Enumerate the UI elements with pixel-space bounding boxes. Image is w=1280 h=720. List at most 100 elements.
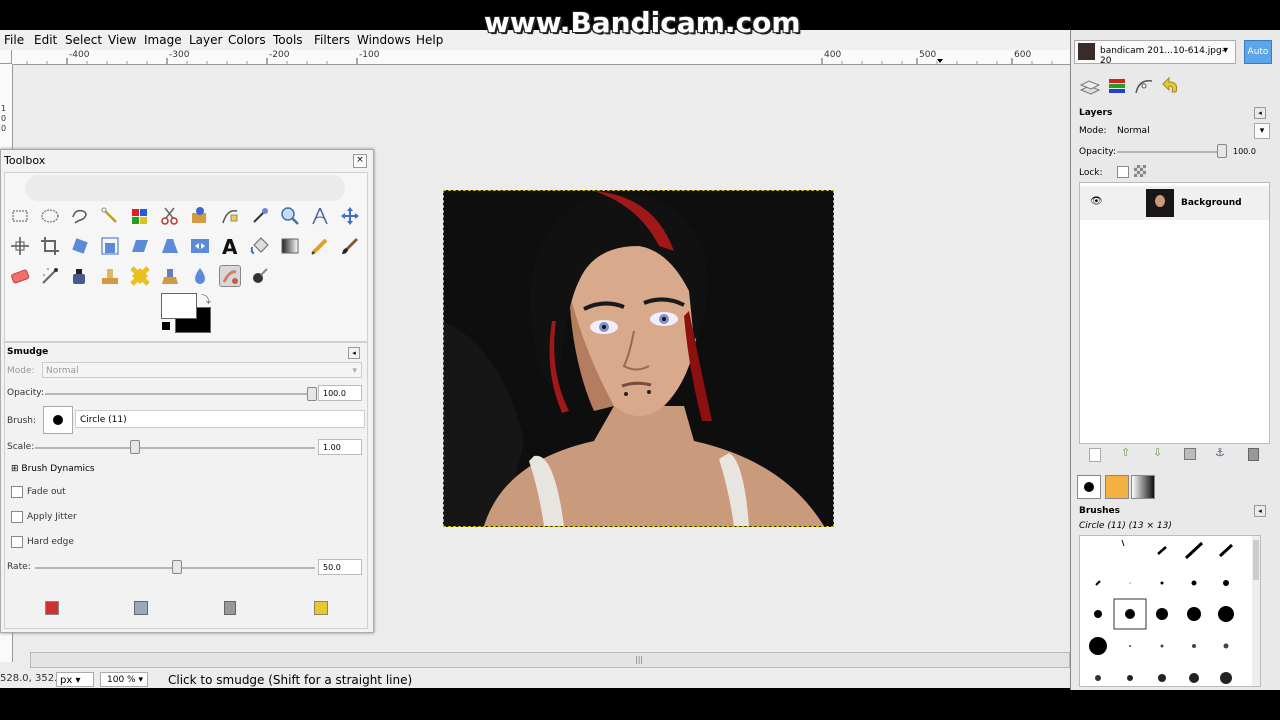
brush-item[interactable]	[1156, 608, 1168, 620]
brushes-tab[interactable]	[1077, 475, 1101, 499]
scale-spinbox[interactable]: 1.00	[318, 439, 362, 455]
zoom-select[interactable]: 100 % ▾	[100, 672, 148, 687]
gradients-tab-icon[interactable]	[1131, 475, 1155, 499]
scale-slider[interactable]	[35, 447, 315, 449]
menu-view[interactable]: View	[108, 33, 136, 47]
opacity-spinbox[interactable]: 100.0	[318, 385, 362, 401]
brush-item[interactable]	[1129, 582, 1131, 584]
blur-icon[interactable]	[189, 265, 211, 287]
perspective-clone-icon[interactable]	[159, 265, 181, 287]
menu-select[interactable]: Select	[65, 33, 102, 47]
ink-icon[interactable]	[69, 265, 91, 287]
save-options-icon[interactable]	[45, 601, 59, 615]
layers-mode-value[interactable]: Normal	[1117, 126, 1150, 136]
duplicate-layer-icon[interactable]	[1184, 448, 1196, 460]
layers-opacity-slider[interactable]	[1117, 151, 1227, 153]
anchor-layer-icon[interactable]: ⚓	[1215, 446, 1225, 459]
brush-preview-button[interactable]	[43, 406, 73, 434]
chevron-down-icon[interactable]: ▾	[1254, 123, 1270, 139]
brush-grid-scroll-thumb[interactable]	[1253, 540, 1259, 580]
brush-item[interactable]	[1094, 610, 1102, 618]
panel-menu-icon[interactable]: ◂	[348, 347, 360, 359]
auto-button[interactable]: Auto	[1244, 40, 1272, 64]
undo-history-tab-icon[interactable]	[1160, 76, 1182, 96]
layers-tab-icon[interactable]	[1079, 76, 1101, 96]
color-picker-icon[interactable]	[249, 205, 271, 227]
delete-options-icon[interactable]	[224, 601, 236, 615]
close-icon[interactable]: ×	[353, 154, 367, 168]
channels-tab-icon[interactable]	[1106, 76, 1128, 96]
unit-select[interactable]: px ▾	[56, 672, 94, 687]
raise-layer-icon[interactable]: ⇧	[1121, 446, 1130, 459]
brush-item[interactable]	[1121, 539, 1125, 547]
toolbox-titlebar[interactable]: Toolbox ×	[1, 150, 373, 170]
brush-item[interactable]	[1223, 580, 1229, 586]
lasso-icon[interactable]	[69, 205, 91, 227]
smudge-icon[interactable]	[219, 265, 241, 287]
blend-icon[interactable]	[279, 235, 301, 257]
brush-item[interactable]	[1089, 637, 1107, 655]
paths-tab-icon[interactable]	[1133, 76, 1155, 96]
paths-icon[interactable]	[219, 205, 241, 227]
color-select-icon[interactable]	[129, 205, 151, 227]
panel-menu-icon[interactable]: ◂	[1254, 505, 1266, 517]
eye-icon[interactable]: 👁	[1090, 196, 1103, 207]
align-icon[interactable]	[9, 235, 31, 257]
menu-layer[interactable]: Layer	[189, 33, 222, 47]
layers-opacity-handle[interactable]	[1217, 144, 1227, 158]
menu-tools[interactable]: Tools	[273, 33, 303, 47]
menu-file[interactable]: File	[4, 33, 24, 47]
rate-spinbox[interactable]: 50.0	[318, 559, 362, 575]
rect-select-icon[interactable]	[9, 205, 31, 227]
menu-filters[interactable]: Filters	[314, 33, 350, 47]
image-canvas[interactable]	[443, 190, 834, 527]
scale-slider-handle[interactable]	[129, 440, 140, 454]
brush-item[interactable]	[1218, 606, 1234, 622]
brush-item[interactable]	[1218, 543, 1234, 558]
heal-icon[interactable]	[129, 265, 151, 287]
new-layer-icon[interactable]	[1089, 448, 1101, 462]
move-icon[interactable]	[339, 205, 361, 227]
fuzzy-select-icon[interactable]	[99, 205, 121, 227]
rotate-icon[interactable]	[69, 235, 91, 257]
brush-item[interactable]	[1220, 672, 1232, 684]
layer-row[interactable]: 👁 Background	[1080, 186, 1269, 220]
shear-icon[interactable]	[129, 235, 151, 257]
layers-opacity-value[interactable]: 100.0	[1233, 147, 1256, 156]
menu-edit[interactable]: Edit	[34, 33, 57, 47]
brush-item[interactable]	[1187, 607, 1201, 621]
brush-item[interactable]	[1127, 675, 1133, 681]
text-icon[interactable]: A	[219, 235, 241, 259]
default-colors-icon[interactable]	[161, 321, 171, 331]
opacity-slider-handle[interactable]	[307, 387, 317, 401]
horizontal-scrollbar[interactable]: |||	[30, 652, 1070, 668]
foreground-color-swatch[interactable]	[161, 293, 197, 319]
swap-colors-icon[interactable]: ⤵	[201, 291, 211, 306]
brush-item[interactable]	[1184, 541, 1204, 560]
brush-item[interactable]	[1158, 674, 1166, 682]
ruler-corner[interactable]	[0, 50, 12, 64]
brush-name-field[interactable]: Circle (11)	[75, 410, 365, 428]
patterns-tab-icon[interactable]	[1105, 475, 1129, 499]
scissors-icon[interactable]	[159, 205, 181, 227]
brush-grid[interactable]	[1079, 535, 1261, 687]
ellipse-select-icon[interactable]	[39, 205, 61, 227]
menu-colors[interactable]: Colors	[228, 33, 266, 47]
mode-select[interactable]: Normal ▾	[42, 362, 362, 378]
hard-edge-checkbox[interactable]	[11, 536, 23, 548]
lower-layer-icon[interactable]: ⇩	[1153, 446, 1162, 459]
brush-item[interactable]	[1160, 581, 1164, 585]
opacity-slider[interactable]	[45, 393, 313, 395]
layer-name[interactable]: Background	[1181, 198, 1242, 208]
dodge-burn-icon[interactable]	[249, 265, 271, 287]
flip-icon[interactable]	[189, 235, 211, 257]
airbrush-icon[interactable]	[39, 265, 61, 287]
foreground-select-icon[interactable]	[189, 205, 211, 227]
delete-layer-icon[interactable]	[1248, 448, 1259, 461]
panel-menu-icon[interactable]: ◂	[1254, 107, 1266, 119]
brush-item[interactable]	[1223, 643, 1229, 649]
lock-alpha-icon[interactable]	[1134, 165, 1146, 177]
apply-jitter-checkbox[interactable]	[11, 511, 23, 523]
fg-bg-color-area[interactable]: ⤵	[161, 293, 211, 335]
clone-icon[interactable]	[99, 265, 121, 287]
